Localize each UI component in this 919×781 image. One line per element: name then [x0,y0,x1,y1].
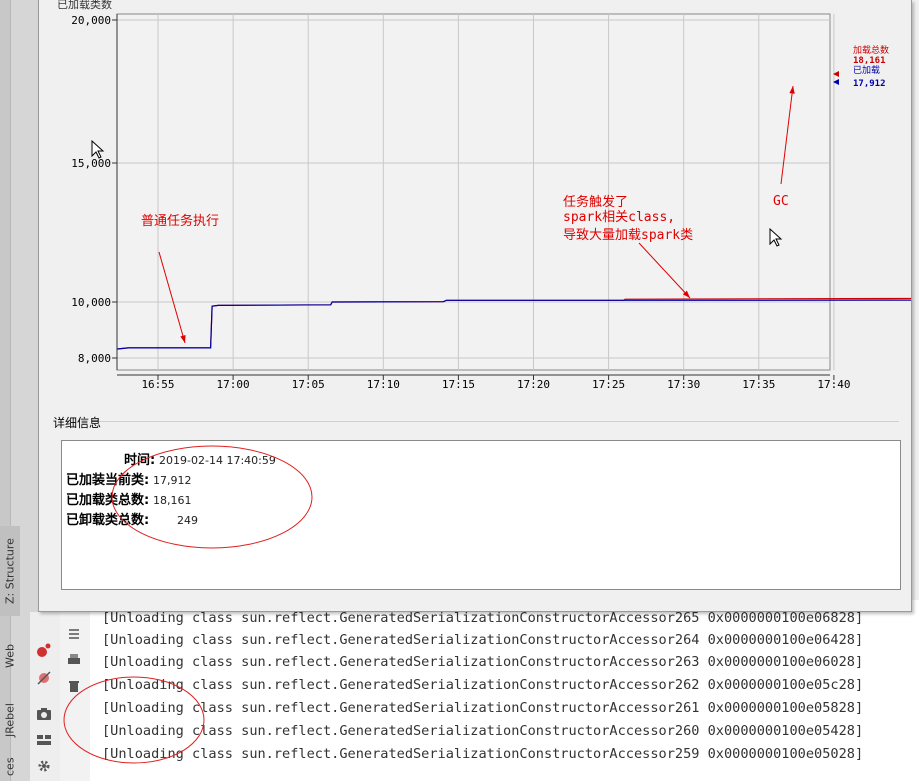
tab-jrebel[interactable]: JRebel [0,690,20,750]
x-tick-label: 17:25 [592,378,625,391]
layout-icon[interactable] [34,730,54,750]
x-tick-label: 17:05 [292,378,325,391]
x-tick-label: 17:40 [817,378,850,391]
settings-icon[interactable] [34,756,54,776]
breakpoint-icon[interactable] [34,640,54,660]
jconsole-window: 已加载类数 20,000 15,000 10,000 8,000 16:55 17:00… [38,0,912,612]
annotation-label: 普通任务执行 [141,213,219,229]
x-tick-label: 17:00 [217,378,250,391]
x-tick-label: 17:30 [667,378,700,391]
annotation-label: GC [773,194,789,209]
annotation-label: 导致大量加载spark类 [563,228,693,243]
x-tick-label: 17:20 [517,378,550,391]
classes-chart: 已加载类数 20,00015,00010,0008,000 16:55 17:00… [57,0,911,391]
annotation-label: spark相关class, [563,210,675,225]
console-toolbar [30,612,60,781]
x-tick-label: 17:10 [367,378,400,391]
y-tick-label: 8,000 [78,352,111,365]
mouse-cursor-icon [91,140,105,159]
tab-services[interactable]: ces [0,752,20,781]
details-title: 详细信息 [53,416,102,430]
console-line: [Unloading class sun.reflect.GeneratedSe… [102,654,864,670]
legend-label: 加载总数 [853,44,889,56]
console-line: [Unloading class sun.reflect.GeneratedSe… [102,610,864,626]
legend-value: 18,161 [853,56,886,66]
y-tick-label: 20,000 [71,14,111,27]
highlight-ellipse [111,445,313,549]
chart-title: 已加载类数 [57,0,112,11]
legend-label: 已加载 [853,64,880,76]
details-panel: 时间: 2019-02-14 17:40:59 已加装当前类: 17,912 已… [61,440,901,590]
mute-breakpoints-icon[interactable] [34,668,54,688]
y-tick-label: 10,000 [71,296,111,309]
legend-value: 17,912 [853,79,886,89]
x-tick-label: 17:15 [442,378,475,391]
tab-web[interactable]: Web [0,626,20,686]
console-line: [Unloading class sun.reflect.GeneratedSe… [102,632,864,648]
x-tick-label: 16:55 [141,378,174,391]
annotation-label: 任务触发了 [563,194,628,210]
print-icon[interactable] [64,650,84,670]
camera-icon[interactable] [34,704,54,724]
console-output[interactable]: [Unloading class sun.reflect.GeneratedSe… [63,600,919,781]
x-tick-label: 17:35 [742,378,775,391]
mouse-cursor-icon [769,228,783,247]
details-divider [99,421,899,422]
tab-structure[interactable]: Z: Structure [0,526,20,616]
plot-area [116,13,831,371]
highlight-ellipse [63,676,205,764]
soft-wrap-icon[interactable] [64,624,84,644]
